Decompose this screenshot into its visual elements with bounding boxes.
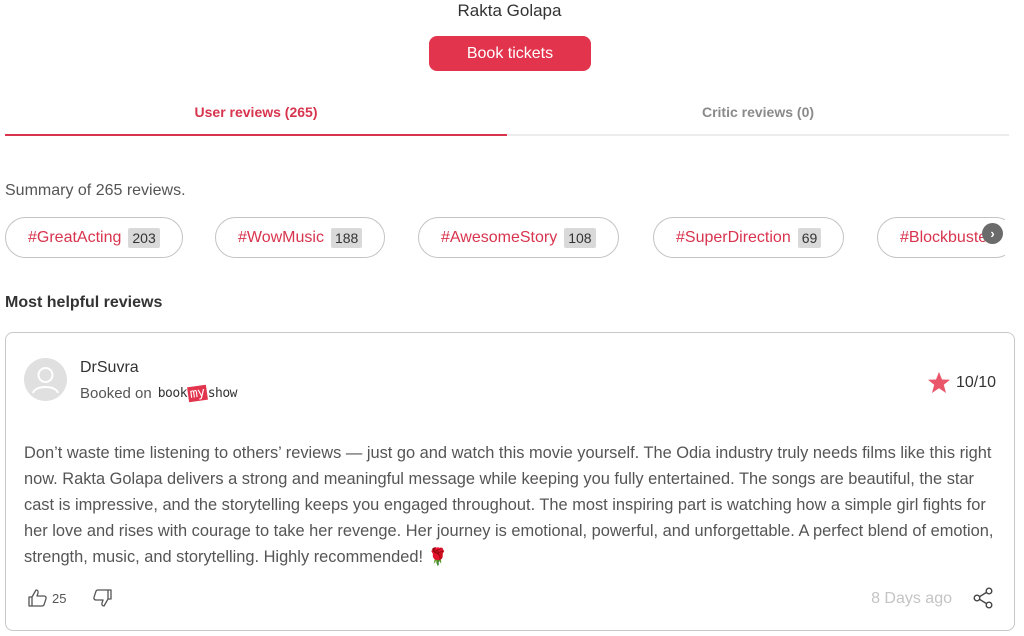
reviews-summary: Summary of 265 reviews. <box>5 182 186 199</box>
tag-count: 203 <box>128 227 160 248</box>
like-count: 25 <box>52 590 67 606</box>
review-author: DrSuvra <box>80 359 139 376</box>
user-placeholder-icon <box>24 358 67 401</box>
avatar <box>24 358 67 401</box>
review-time: 8 Days ago <box>871 590 952 607</box>
logo-my: my <box>187 384 208 403</box>
bookmyshow-logo: book my show <box>157 384 238 403</box>
like-button[interactable]: 25 <box>28 589 66 607</box>
review-actions: 25 <box>28 589 113 607</box>
hashtag-chips: #GreatActing 203 #WowMusic 188 #AwesomeS… <box>5 217 1005 259</box>
tag-label: #SuperDirection <box>676 228 791 246</box>
chevron-right-icon[interactable]: › <box>982 223 1003 244</box>
logo-show: show <box>207 386 238 401</box>
tag-label: #GreatActing <box>28 228 122 246</box>
review-tabs: User reviews (265) Critic reviews (0) <box>5 92 1009 136</box>
tag-chip[interactable]: #SuperDirection 69 <box>653 217 845 258</box>
thumbs-up-icon <box>28 589 47 607</box>
dislike-button[interactable] <box>92 589 113 607</box>
tag-label: #AwesomeStory <box>441 228 558 246</box>
tag-chip[interactable]: #AwesomeStory 108 <box>418 217 619 258</box>
tag-count: 108 <box>564 227 596 248</box>
tab-critic-reviews[interactable]: Critic reviews (0) <box>507 91 1009 133</box>
booked-on: Booked on book my show <box>80 384 238 403</box>
logo-book: book <box>157 386 188 401</box>
tab-user-reviews[interactable]: User reviews (265) <box>5 91 507 136</box>
star-icon <box>927 372 950 393</box>
movie-title: Rakta Golapa <box>457 1 562 20</box>
tag-label: #WowMusic <box>238 228 324 246</box>
review-text: Don’t waste time listening to others’ re… <box>24 444 994 566</box>
rating-value: 10/10 <box>955 373 996 391</box>
tag-label: #Blockbuster <box>900 228 993 246</box>
book-tickets-button[interactable]: Book tickets <box>429 36 591 71</box>
booked-on-label: Booked on <box>80 385 152 402</box>
share-glyph <box>973 587 993 609</box>
tag-count: 69 <box>797 227 822 248</box>
tag-chip[interactable]: #WowMusic 188 <box>215 217 386 258</box>
review-card: DrSuvra Booked on book my show 10/10 Don’t… <box>5 332 1015 631</box>
thumbs-down-icon <box>93 589 113 607</box>
tag-count: 188 <box>330 227 363 248</box>
share-icon[interactable] <box>972 587 994 614</box>
tag-chip[interactable]: #GreatActing 203 <box>5 217 183 258</box>
most-helpful-heading: Most helpful reviews <box>5 294 163 311</box>
review-rating: 10/10 <box>927 371 996 394</box>
